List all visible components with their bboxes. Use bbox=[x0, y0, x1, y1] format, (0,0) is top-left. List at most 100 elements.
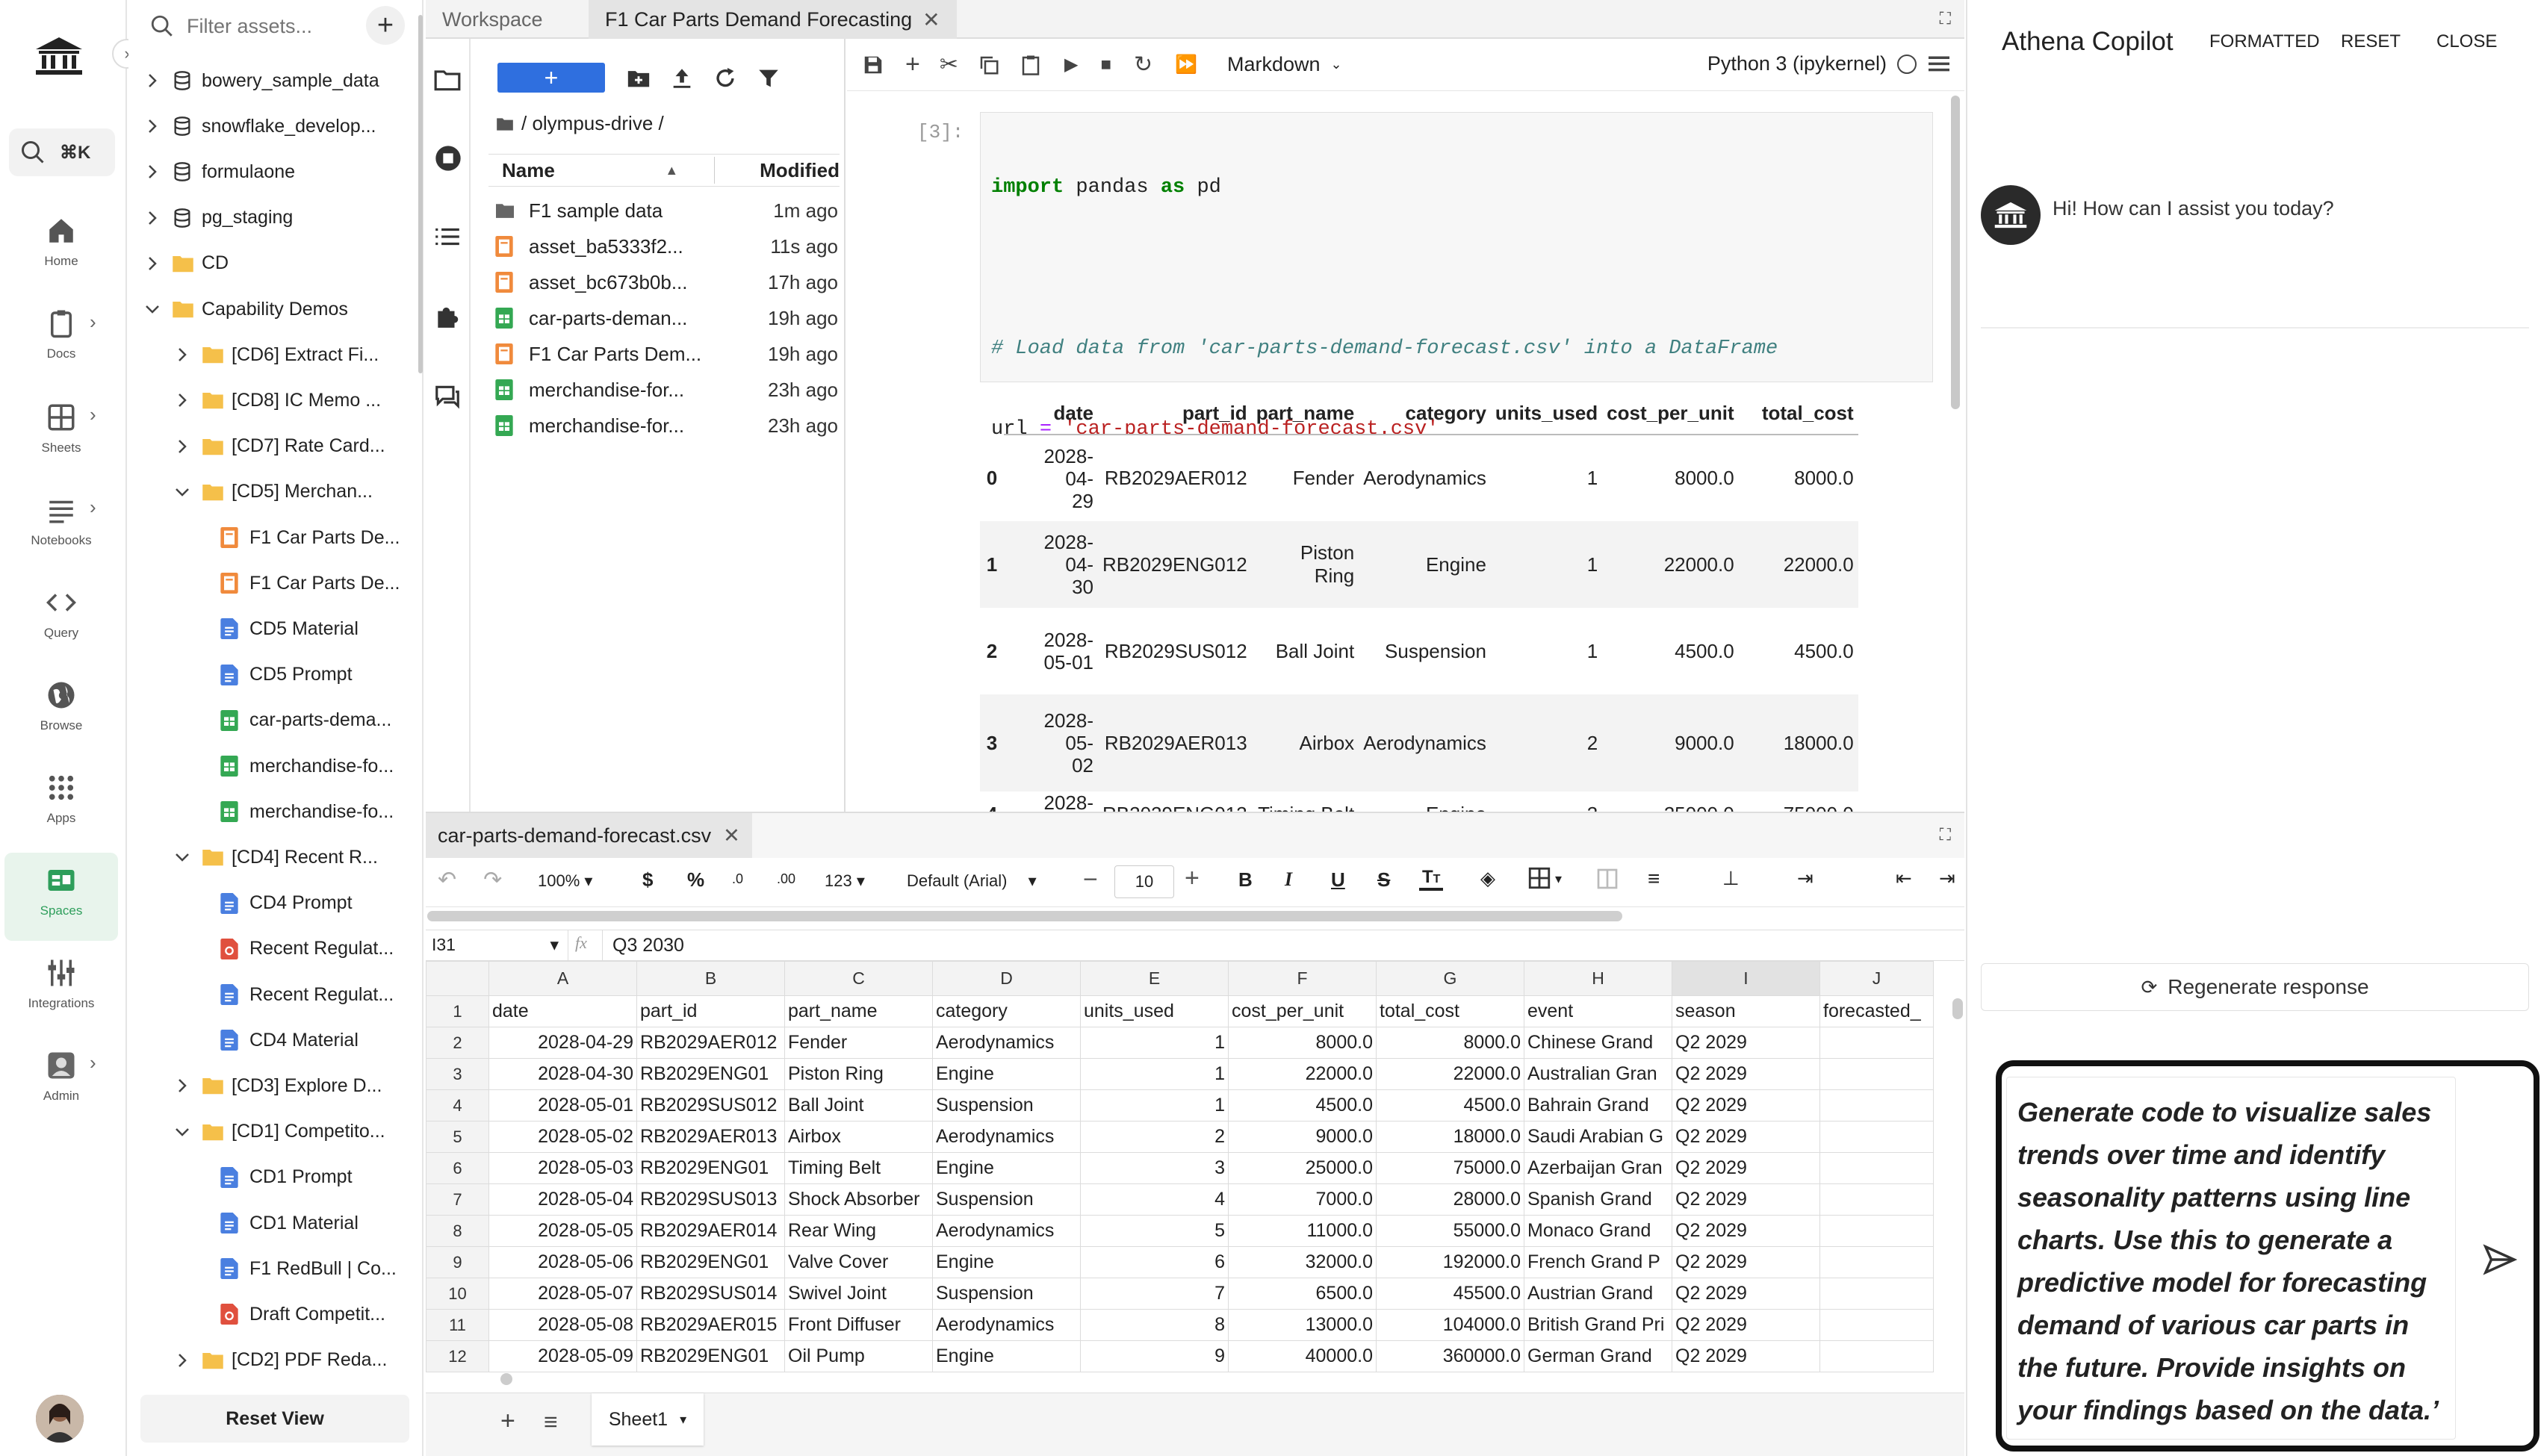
chevron-right-icon[interactable] bbox=[143, 255, 161, 273]
column-header[interactable]: E bbox=[1080, 961, 1229, 996]
grid-cell[interactable]: 2028-05-02 bbox=[488, 1121, 637, 1153]
grid-cell[interactable]: 1 bbox=[1080, 1058, 1229, 1090]
grid-cell[interactable]: Swivel Joint bbox=[784, 1278, 933, 1310]
decrease-decimal-button[interactable]: .0 bbox=[732, 871, 743, 887]
font-select[interactable]: Default (Arial) ▾ bbox=[907, 871, 1037, 891]
column-header[interactable]: I bbox=[1672, 961, 1820, 996]
grid-cell[interactable]: 55000.0 bbox=[1376, 1215, 1524, 1247]
prompt-input[interactable]: Generate code to visualize sales trends … bbox=[2006, 1077, 2456, 1440]
grid-cell[interactable]: Engine bbox=[932, 1340, 1081, 1372]
undo-icon[interactable]: ↶ bbox=[438, 867, 456, 893]
admin-expand-icon[interactable]: › bbox=[90, 1051, 96, 1074]
user-avatar[interactable] bbox=[36, 1395, 84, 1443]
grid-cell[interactable]: 8 bbox=[1080, 1309, 1229, 1341]
align-left-icon[interactable]: ≡ bbox=[1648, 867, 1660, 891]
tree-item[interactable]: [CD5] Merchan... bbox=[173, 470, 373, 514]
rail-spaces[interactable]: Spaces bbox=[0, 865, 122, 918]
chevron-right-icon[interactable] bbox=[143, 209, 161, 227]
underline-button[interactable]: U bbox=[1331, 868, 1345, 892]
grid-cell[interactable]: RB2029AER014 bbox=[636, 1215, 785, 1247]
grid-vertical-scrollbar[interactable] bbox=[1952, 998, 1963, 1019]
row-header[interactable]: 10 bbox=[426, 1278, 489, 1310]
fast-forward-icon[interactable]: ⏩ bbox=[1175, 54, 1197, 75]
grid-cell[interactable]: Q2 2029 bbox=[1672, 1089, 1820, 1121]
grid-cell[interactable]: Timing Belt bbox=[784, 1152, 933, 1184]
italic-button[interactable]: I bbox=[1285, 868, 1292, 891]
tree-item[interactable]: [CD3] Explore D... bbox=[173, 1063, 382, 1108]
stop-icon[interactable]: ■ bbox=[1100, 55, 1111, 75]
font-size-input[interactable]: 10 bbox=[1114, 865, 1174, 898]
grid-cell[interactable]: 2028-05-05 bbox=[488, 1215, 637, 1247]
row-header[interactable]: 4 bbox=[426, 1089, 489, 1121]
grid-cell[interactable]: 360000.0 bbox=[1376, 1340, 1524, 1372]
grid-cell[interactable]: 5 bbox=[1080, 1215, 1229, 1247]
column-modified-header[interactable]: Modified bbox=[760, 159, 840, 182]
notebook-scrollbar[interactable] bbox=[1951, 96, 1960, 409]
rail-sheets[interactable]: Sheets bbox=[0, 402, 122, 455]
grid-cell[interactable]: Engine bbox=[932, 1058, 1081, 1090]
grid-cell[interactable]: Q2 2029 bbox=[1672, 1058, 1820, 1090]
tree-item[interactable]: bowery_sample_data bbox=[143, 58, 379, 103]
rail-query[interactable]: Query bbox=[0, 587, 122, 641]
grid-horizontal-scrollbar[interactable] bbox=[500, 1373, 512, 1385]
grid-cell[interactable]: 22000.0 bbox=[1376, 1058, 1524, 1090]
run-icon[interactable]: ▶ bbox=[1064, 54, 1078, 75]
grid-cell[interactable]: Saudi Arabian G bbox=[1524, 1121, 1672, 1153]
column-header[interactable]: C bbox=[784, 961, 933, 996]
grid-cell[interactable]: Oil Pump bbox=[784, 1340, 933, 1372]
tree-item[interactable]: CD4 Material bbox=[202, 1018, 359, 1063]
column-header[interactable]: D bbox=[932, 961, 1081, 996]
grid-cell[interactable]: 2028-05-01 bbox=[488, 1089, 637, 1121]
restart-icon[interactable]: ↻ bbox=[1134, 52, 1152, 78]
sheet-tab-sheet1[interactable]: Sheet1 ▾ bbox=[592, 1393, 704, 1446]
grid-cell[interactable]: 40000.0 bbox=[1228, 1340, 1377, 1372]
code-cell[interactable]: import pandas as pd # Load data from 'ca… bbox=[980, 112, 1933, 763]
tree-item[interactable]: CD5 Prompt bbox=[202, 653, 353, 697]
grid-cell[interactable]: 8000.0 bbox=[1376, 1027, 1524, 1059]
grid-cell[interactable]: category bbox=[932, 995, 1081, 1027]
grid-cell[interactable]: Q2 2029 bbox=[1672, 1152, 1820, 1184]
save-icon[interactable] bbox=[862, 54, 884, 76]
asset-filter-input[interactable] bbox=[187, 14, 351, 38]
tree-item[interactable]: Capability Demos bbox=[143, 287, 348, 332]
grid-cell[interactable]: 11000.0 bbox=[1228, 1215, 1377, 1247]
tree-item[interactable]: merchandise-fo... bbox=[202, 744, 394, 788]
sheets-expand-icon[interactable]: › bbox=[90, 403, 96, 426]
tree-item[interactable]: CD1 Prompt bbox=[202, 1155, 353, 1200]
grid-cell[interactable]: 2028-05-04 bbox=[488, 1183, 637, 1216]
text-color-button[interactable]: TT bbox=[1419, 867, 1444, 891]
grid-cell[interactable] bbox=[1819, 1121, 1934, 1153]
notebooks-expand-icon[interactable]: › bbox=[90, 496, 96, 519]
file-row[interactable]: F1 sample data 1m ago bbox=[494, 193, 838, 228]
chat-icon[interactable] bbox=[433, 382, 462, 411]
tree-item[interactable]: formulaone bbox=[143, 149, 295, 194]
grid-cell[interactable] bbox=[1819, 1058, 1934, 1090]
grid-cell[interactable]: Aerodynamics bbox=[932, 1121, 1081, 1153]
grid-cell[interactable]: 1 bbox=[1080, 1089, 1229, 1121]
grid-cell[interactable]: 22000.0 bbox=[1228, 1058, 1377, 1090]
grid-cell[interactable]: Spanish Grand bbox=[1524, 1183, 1672, 1216]
add-asset-button[interactable]: + bbox=[366, 6, 405, 45]
column-header[interactable]: J bbox=[1819, 961, 1934, 996]
chevron-right-icon[interactable] bbox=[143, 72, 161, 90]
close-tab-icon[interactable]: ✕ bbox=[922, 7, 940, 32]
grid-cell[interactable]: 4 bbox=[1080, 1183, 1229, 1216]
grid-cell[interactable]: 8000.0 bbox=[1228, 1027, 1377, 1059]
grid-cell[interactable]: Aerodynamics bbox=[932, 1309, 1081, 1341]
grid-cell[interactable]: Q2 2029 bbox=[1672, 1183, 1820, 1216]
grid-cell[interactable]: 2 bbox=[1080, 1121, 1229, 1153]
caret-down-icon[interactable]: ▾ bbox=[1555, 871, 1562, 887]
grid-cell[interactable]: date bbox=[488, 995, 637, 1027]
file-row[interactable]: merchandise-for... 23h ago bbox=[494, 372, 838, 408]
grid-cell[interactable]: 4500.0 bbox=[1376, 1089, 1524, 1121]
chevron-right-icon[interactable] bbox=[143, 117, 161, 135]
grid-cell[interactable]: Q2 2029 bbox=[1672, 1121, 1820, 1153]
grid-cell[interactable]: 2028-04-29 bbox=[488, 1027, 637, 1059]
grid-cell[interactable]: 6 bbox=[1080, 1246, 1229, 1278]
column-header[interactable]: A bbox=[488, 961, 637, 996]
grid-cell[interactable]: event bbox=[1524, 995, 1672, 1027]
breadcrumb[interactable]: / olympus-drive / bbox=[494, 112, 664, 135]
column-header[interactable]: F bbox=[1228, 961, 1377, 996]
redo-icon[interactable]: ↷ bbox=[483, 867, 502, 893]
column-header[interactable]: B bbox=[636, 961, 785, 996]
